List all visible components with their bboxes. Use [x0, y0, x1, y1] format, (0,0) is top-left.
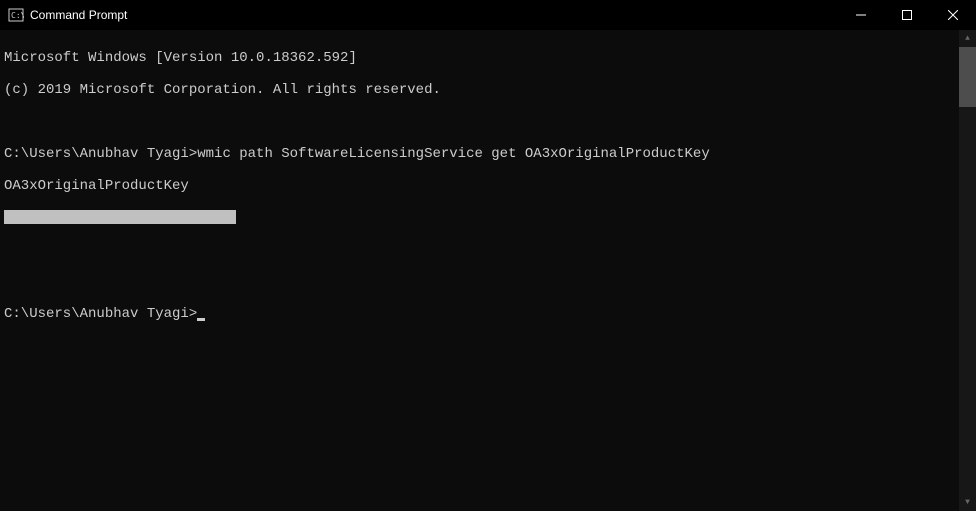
prompt: C:\Users\Anubhav Tyagi>: [4, 306, 197, 322]
terminal-line: [4, 274, 976, 290]
cursor: [197, 318, 205, 321]
scrollbar[interactable]: ▲ ▼: [959, 30, 976, 511]
titlebar: C:\ Command Prompt: [0, 0, 976, 30]
terminal-line: C:\Users\Anubhav Tyagi>wmic path Softwar…: [4, 146, 976, 162]
terminal-output[interactable]: Microsoft Windows [Version 10.0.18362.59…: [0, 30, 976, 511]
terminal-line: [4, 210, 976, 226]
terminal-line: OA3xOriginalProductKey: [4, 178, 976, 194]
redacted-product-key: [4, 210, 236, 224]
terminal-line: Microsoft Windows [Version 10.0.18362.59…: [4, 50, 976, 66]
terminal-line: (c) 2019 Microsoft Corporation. All righ…: [4, 82, 976, 98]
prompt: C:\Users\Anubhav Tyagi>: [4, 146, 197, 162]
close-button[interactable]: [930, 0, 976, 30]
window-controls: [838, 0, 976, 30]
maximize-button[interactable]: [884, 0, 930, 30]
window-title: Command Prompt: [30, 8, 838, 22]
command-text: wmic path SoftwareLicensingService get O…: [197, 146, 709, 162]
scrollbar-down-arrow[interactable]: ▼: [959, 494, 976, 511]
terminal-line: [4, 242, 976, 258]
terminal-line: [4, 114, 976, 130]
scrollbar-up-arrow[interactable]: ▲: [959, 30, 976, 47]
terminal-line: C:\Users\Anubhav Tyagi>: [4, 306, 976, 322]
svg-text:C:\: C:\: [11, 11, 24, 20]
scrollbar-thumb[interactable]: [959, 47, 976, 107]
cmd-icon: C:\: [8, 7, 24, 23]
minimize-button[interactable]: [838, 0, 884, 30]
